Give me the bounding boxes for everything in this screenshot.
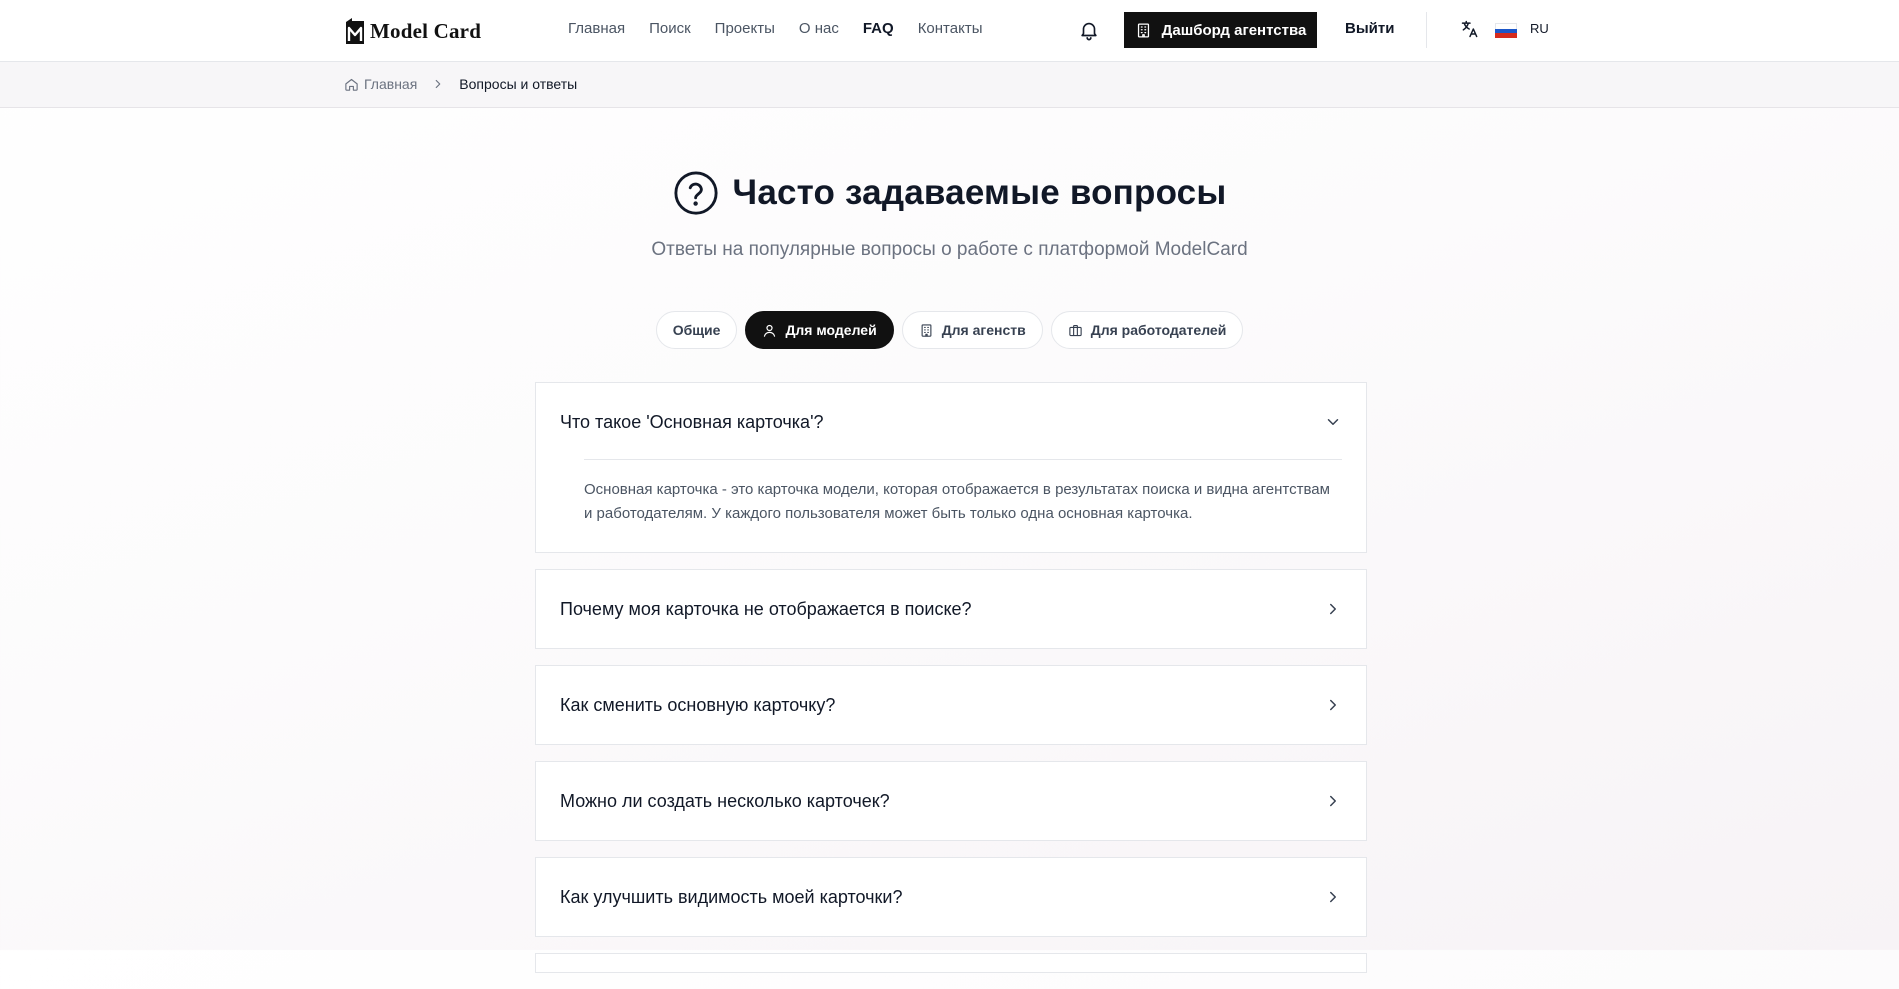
faq-question-toggle[interactable]: Как сменить основную карточку? [536,666,1366,744]
faq-item: Как сменить основную карточку? [535,665,1367,745]
chevron-right-icon [435,79,441,89]
tab-general-label: Общие [672,322,721,338]
faq-category-tabs: Общие Для моделей Для агенств Для работо… [0,311,1899,349]
faq-question: Что такое 'Основная карточка'? [560,411,824,432]
home-icon [345,78,358,91]
tab-general[interactable]: Общие [655,311,738,349]
flag-ru-icon[interactable] [1495,23,1517,39]
faq-question: Почему моя карточка не отображается в по… [560,598,972,619]
faq-item: Можно ли создать несколько карточек? [535,761,1367,841]
faq-question-toggle[interactable]: Можно ли создать несколько карточек? [536,762,1366,840]
faq-answer: Основная карточка - это карточка модели,… [584,481,1330,522]
faq-list: Что такое 'Основная карточка'? Основная … [535,382,1367,989]
tab-employers-label: Для работодателей [1090,322,1227,338]
faq-question-toggle[interactable]: Как улучшить видимость моей карточки? [536,858,1366,936]
flag-red-stripe [1495,33,1517,39]
user-icon [764,324,776,337]
faq-item: Как улучшить видимость моей карточки? [535,857,1367,937]
tab-agencies-label: Для агенств [941,322,1026,338]
breadcrumb: Главная Вопросы и ответы [344,76,577,92]
language-code[interactable]: RU [1530,21,1549,36]
bell-icon[interactable] [1078,19,1100,41]
logo-text: Model Card [370,18,482,43]
breadcrumb-bar: Главная Вопросы и ответы [0,62,1899,108]
chevron-down-icon [1327,419,1339,425]
logout-button[interactable]: Выйти [1345,20,1394,37]
faq-question-toggle[interactable]: Что такое 'Основная карточка'? [536,383,1366,461]
logo-icon [346,18,364,44]
chevron-right-icon [1330,795,1336,807]
chevron-right-icon [1330,699,1336,711]
nav-home[interactable]: Главная [568,20,625,37]
faq-item: Почему моя карточка не отображается в по… [535,569,1367,649]
header-divider [1426,12,1427,48]
logo[interactable]: Model Card [344,14,481,48]
main-nav: Главная Поиск Проекты О нас FAQ Контакты [568,20,982,37]
tab-models-label: Для моделей [785,322,877,338]
page-title: Часто задаваемые вопросы [732,173,1227,212]
agency-dashboard-label: Дашборд агентства [1161,21,1307,39]
page-subtitle: Ответы на популярные вопросы о работе с … [651,239,1248,260]
tab-models[interactable]: Для моделей [745,311,894,349]
faq-answer-panel: Основная карточка - это карточка модели,… [584,459,1342,552]
nav-contacts[interactable]: Контакты [918,20,983,37]
page-title-row: Часто задаваемые вопросы [0,170,1899,216]
building-icon [1137,22,1149,38]
faq-question: Как улучшить видимость моей карточки? [560,886,903,907]
chevron-right-icon [1330,891,1336,903]
question-circle-icon [673,171,718,215]
nav-search[interactable]: Поиск [649,20,691,37]
chevron-right-icon [1330,603,1336,615]
nav-faq[interactable]: FAQ [863,20,894,37]
faq-question: Как сменить основную карточку? [560,694,836,715]
faq-item: Что такое 'Основная карточка'? Основная … [535,382,1367,553]
breadcrumb-home[interactable]: Главная [344,76,417,92]
nav-projects[interactable]: Проекты [715,20,775,37]
top-navbar: Model Card Главная Поиск Проекты О нас F… [0,0,1899,62]
nav-about[interactable]: О нас [799,20,839,37]
breadcrumb-home-label: Главная [364,76,418,92]
tab-employers[interactable]: Для работодателей [1050,311,1244,349]
building-icon [921,323,932,337]
agency-dashboard-button[interactable]: Дашборд агентства [1124,12,1317,48]
faq-question: Можно ли создать несколько карточек? [560,790,890,811]
translate-icon[interactable] [1460,19,1480,39]
briefcase-icon [1069,324,1082,336]
faq-item-partial [535,953,1367,973]
tab-agencies[interactable]: Для агенств [901,311,1043,349]
breadcrumb-current: Вопросы и ответы [459,76,578,92]
faq-question-toggle[interactable]: Почему моя карточка не отображается в по… [536,570,1366,648]
